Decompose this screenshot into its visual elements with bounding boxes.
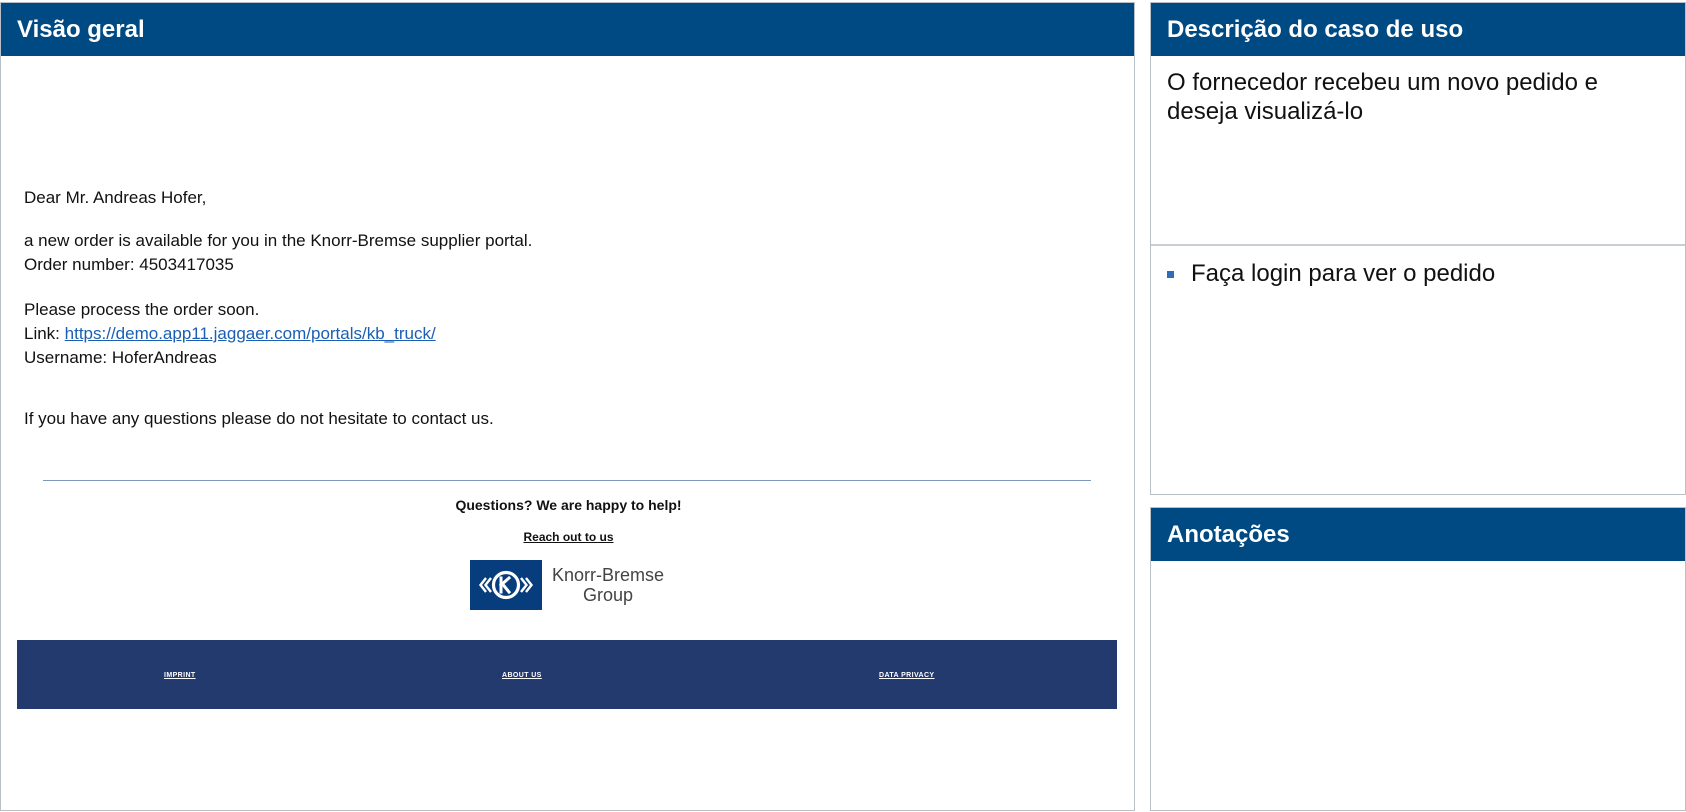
about-us-link[interactable]: ABOUT US [502, 672, 542, 679]
bullet-icon [1167, 270, 1174, 278]
reach-out-link[interactable]: Reach out to us [1, 530, 1136, 544]
logo-text-line1: Knorr-Bremse [551, 565, 665, 585]
email-order-number: Order number: 4503417035 [24, 255, 234, 274]
imprint-link[interactable]: IMPRINT [164, 672, 196, 679]
logo-text-line2: Group [582, 585, 634, 605]
email-link-label: Link: [24, 324, 65, 343]
usecase-divider [1151, 244, 1685, 246]
notes-panel: Anotações [1150, 507, 1686, 811]
data-privacy-link[interactable]: DATA PRIVACY [879, 672, 935, 679]
portal-link[interactable]: https://demo.app11.jaggaer.com/portals/k… [65, 324, 436, 343]
email-questions: If you have any questions please do not … [24, 409, 494, 428]
email-link-line: Link: https://demo.app11.jaggaer.com/por… [24, 322, 436, 345]
email-divider [43, 480, 1091, 481]
logo-text: Knorr-Bremse Group [546, 565, 670, 605]
usecase-step-label: Faça login para ver o pedido [1191, 260, 1496, 287]
email-process: Please process the order soon. [24, 300, 260, 319]
usecase-step: Faça login para ver o pedido [1167, 260, 1495, 288]
email-username: Username: HoferAndreas [24, 348, 217, 367]
help-title: Questions? We are happy to help! [455, 497, 682, 513]
email-footer-bar: IMPRINT ABOUT US DATA PRIVACY [17, 640, 1117, 709]
email-order-available: a new order is available for you in the … [24, 231, 533, 250]
overview-panel: Visão geral Dear Mr. Andreas Hofer, a ne… [0, 2, 1135, 811]
usecase-panel: Descrição do caso de uso O fornecedor re… [1150, 2, 1686, 495]
overview-header: Visão geral [1, 3, 1134, 56]
usecase-description: O fornecedor recebeu um novo pedido e de… [1167, 69, 1598, 125]
usecase-header: Descrição do caso de uso [1151, 3, 1685, 56]
logo-emblem-icon [470, 560, 542, 610]
email-greeting: Dear Mr. Andreas Hofer, [24, 188, 207, 207]
notes-header: Anotações [1151, 508, 1685, 561]
knorr-bremse-logo: Knorr-Bremse Group [470, 560, 670, 612]
